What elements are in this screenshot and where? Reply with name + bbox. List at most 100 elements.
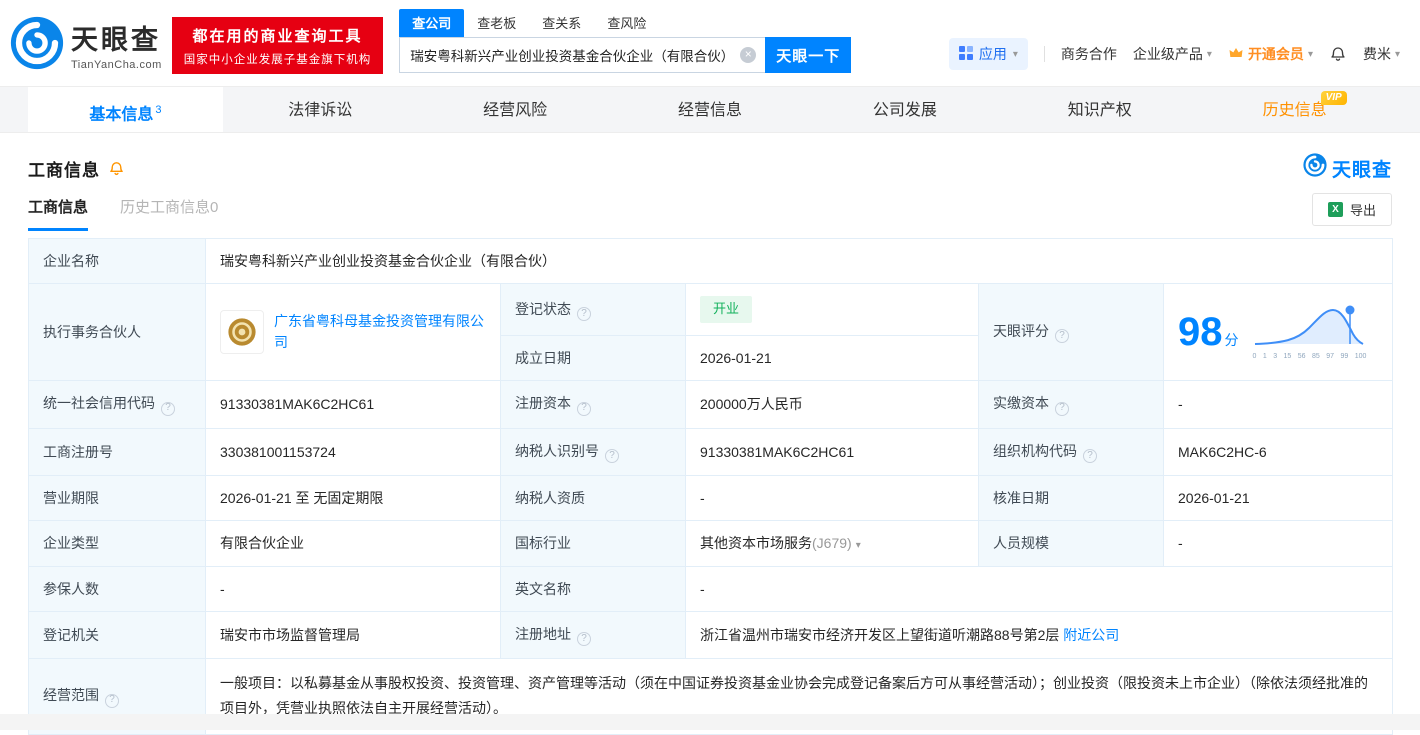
- search-tab-company[interactable]: 查公司: [399, 9, 465, 37]
- caret-down-icon: ▾: [1307, 48, 1313, 60]
- tianyancha-watermark-text: 天眼查: [1331, 159, 1392, 181]
- value-tianyan-score: 98 分 0 1 3 15 56 85 97 99 100: [1163, 283, 1393, 382]
- label-industry: 国标行业: [500, 520, 686, 567]
- search-button[interactable]: 天眼一下: [765, 37, 852, 73]
- search-tabs: 查公司 查老板 查关系 查风险: [399, 9, 851, 37]
- search-input[interactable]: [400, 38, 766, 72]
- expand-industry-icon[interactable]: ▾: [856, 540, 861, 551]
- label-staff-size: 人员规模: [978, 520, 1164, 567]
- tab-company-development-label: 公司发展: [872, 102, 937, 119]
- section-head: 工商信息 天眼查: [0, 133, 1420, 187]
- crown-icon: [1228, 45, 1244, 64]
- value-company-name: 瑞安粤科新兴产业创业投资基金合伙企业（有限合伙）: [205, 237, 1393, 285]
- nearby-companies-link[interactable]: 附近公司: [1063, 627, 1119, 643]
- tab-history-info[interactable]: 历史信息 VIP: [1197, 87, 1392, 132]
- label-taxpayer-id: 纳税人识别号?: [500, 427, 686, 476]
- apps-grid-icon: [958, 45, 973, 63]
- subscribe-bell-icon[interactable]: [108, 160, 125, 177]
- tianyancha-watermark: 天眼查: [1303, 153, 1392, 183]
- tab-intellectual-property[interactable]: 知识产权: [1002, 87, 1197, 132]
- user-menu[interactable]: 费米 ▾: [1363, 44, 1400, 64]
- export-button[interactable]: X 导出: [1311, 193, 1392, 226]
- partner-company-link[interactable]: 广东省粤科母基金投资管理有限公司: [274, 311, 486, 353]
- label-insured-count: 参保人数: [28, 565, 206, 613]
- help-icon[interactable]: ?: [1083, 448, 1097, 463]
- table-row: 统一社会信用代码? 91330381MAK6C2HC61 注册资本? 20000…: [28, 380, 1393, 429]
- clear-search-icon[interactable]: ×: [740, 47, 757, 63]
- table-row: 营业期限 2026-01-21 至 无固定期限 纳税人资质 - 核准日期 202…: [28, 474, 1393, 522]
- subtab-history-business-info[interactable]: 历史工商信息0: [120, 196, 218, 231]
- help-icon[interactable]: ?: [577, 401, 591, 416]
- search-tab-relation[interactable]: 查关系: [529, 9, 594, 37]
- help-icon[interactable]: ?: [105, 693, 119, 708]
- label-executive-partner: 执行事务合伙人: [28, 283, 206, 382]
- help-icon[interactable]: ?: [577, 632, 591, 647]
- value-paid-capital: -: [1163, 380, 1393, 429]
- search-tab-risk[interactable]: 查风险: [594, 9, 659, 37]
- value-reg-number: 330381001153724: [205, 427, 501, 476]
- subtab-business-info[interactable]: 工商信息: [28, 196, 89, 231]
- tianyancha-logo[interactable]: 天眼查 TianYanCha.com: [10, 16, 162, 73]
- label-credit-code: 统一社会信用代码?: [28, 380, 206, 429]
- value-reg-authority: 瑞安市市场监督管理局: [205, 611, 501, 660]
- divider: [1043, 46, 1045, 62]
- enterprise-products-label: 企业级产品: [1132, 46, 1203, 62]
- tianyancha-logo-icon: [10, 16, 64, 73]
- subtabs: 工商信息 历史工商信息0 X 导出: [0, 187, 1420, 234]
- label-tianyan-score: 天眼评分?: [978, 283, 1164, 382]
- label-company-type: 企业类型: [28, 520, 206, 567]
- value-taxpayer-quality: -: [685, 474, 979, 522]
- tab-operation-risk-label: 经营风险: [483, 102, 548, 119]
- label-company-name: 企业名称: [28, 237, 206, 285]
- label-reg-authority: 登记机关: [28, 611, 206, 660]
- value-establish-date: 2026-01-21: [685, 335, 979, 382]
- header: 天眼查 TianYanCha.com 都在用的商业查询工具 国家中小企业发展子基…: [0, 0, 1420, 86]
- label-english-name: 英文名称: [500, 565, 686, 613]
- tab-operation-info[interactable]: 经营信息: [613, 87, 808, 132]
- username: 费米: [1362, 46, 1391, 62]
- tab-legal-lawsuits-label: 法律诉讼: [288, 102, 353, 119]
- tianyancha-watermark-icon: [1303, 153, 1327, 183]
- apps-label: 应用: [978, 46, 1007, 62]
- enterprise-products-link[interactable]: 企业级产品 ▾: [1133, 44, 1212, 64]
- help-icon[interactable]: ?: [161, 401, 175, 416]
- open-vip-label: 开通会员: [1247, 46, 1304, 62]
- business-cooperation-link[interactable]: 商务合作: [1061, 44, 1117, 64]
- excel-icon: X: [1327, 202, 1343, 217]
- label-org-code: 组织机构代码?: [978, 427, 1164, 476]
- label-reg-capital: 注册资本?: [500, 380, 686, 429]
- help-icon[interactable]: ?: [1055, 401, 1069, 416]
- help-icon[interactable]: ?: [1055, 329, 1069, 344]
- search-tab-boss[interactable]: 查老板: [464, 9, 529, 37]
- notification-bell-icon[interactable]: [1329, 45, 1347, 63]
- tab-basic-info[interactable]: 基本信息 3: [28, 87, 223, 132]
- apps-menu-button[interactable]: 应用 ▾: [948, 38, 1028, 70]
- label-reg-status: 登记状态?: [500, 283, 686, 337]
- tab-legal-lawsuits[interactable]: 法律诉讼: [223, 87, 418, 132]
- value-credit-code: 91330381MAK6C2HC61: [205, 380, 501, 429]
- brand-domain: TianYanCha.com: [71, 59, 162, 71]
- tab-operation-info-label: 经营信息: [678, 102, 743, 119]
- tab-company-development[interactable]: 公司发展: [807, 87, 1002, 132]
- value-business-term: 2026-01-21 至 无固定期限: [205, 474, 501, 522]
- value-taxpayer-id: 91330381MAK6C2HC61: [685, 427, 979, 476]
- status-badge: 开业: [700, 296, 753, 324]
- business-cooperation-label: 商务合作: [1060, 46, 1117, 62]
- open-vip-link[interactable]: 开通会员 ▾: [1228, 44, 1313, 64]
- table-row: 执行事务合伙人 广东省粤科母基金投资管理有限公司 登记状态? 开业 天眼评分?: [28, 283, 1393, 382]
- tab-operation-risk[interactable]: 经营风险: [418, 87, 613, 132]
- section-title: 工商信息: [28, 160, 100, 180]
- value-approval-date: 2026-01-21: [1163, 474, 1393, 522]
- company-nav-tabs: 基本信息 3 法律诉讼 经营风险 经营信息 公司发展 知识产权 历史信息 VIP: [0, 86, 1420, 133]
- help-icon[interactable]: ?: [605, 448, 619, 463]
- label-taxpayer-quality: 纳税人资质: [500, 474, 686, 522]
- label-reg-address: 注册地址?: [500, 611, 686, 660]
- label-business-term: 营业期限: [28, 474, 206, 522]
- top-right-nav: 应用 ▾ 商务合作 企业级产品 ▾ 开通会员 ▾ 费米 ▾: [948, 38, 1400, 70]
- table-row: 参保人数 - 英文名称 -: [28, 565, 1393, 613]
- value-insured-count: -: [205, 565, 501, 613]
- business-info-table: 企业名称 瑞安粤科新兴产业创业投资基金合伙企业（有限合伙） 执行事务合伙人 广东…: [28, 237, 1393, 735]
- table-row: 企业名称 瑞安粤科新兴产业创业投资基金合伙企业（有限合伙）: [28, 237, 1393, 285]
- help-icon[interactable]: ?: [577, 306, 591, 321]
- value-english-name: -: [685, 565, 1393, 613]
